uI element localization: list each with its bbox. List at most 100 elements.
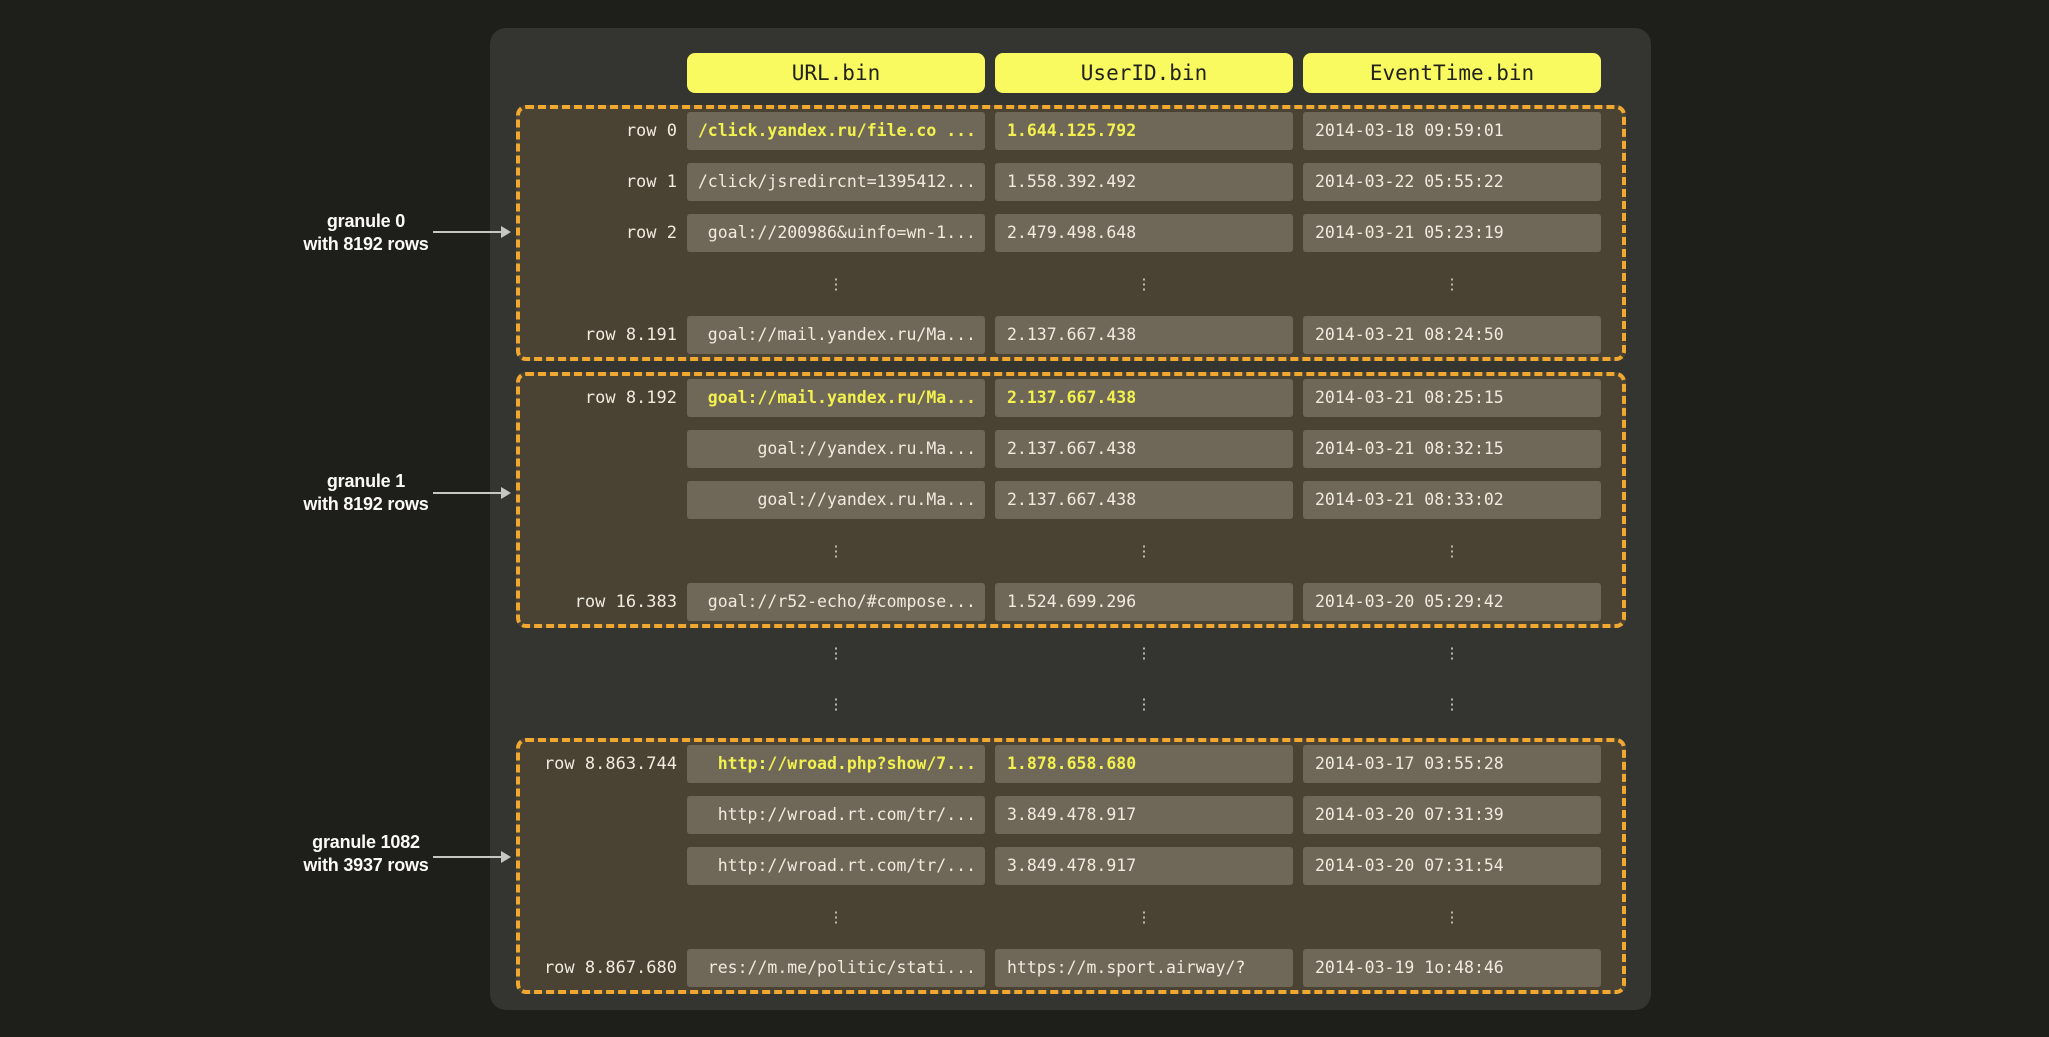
row-label: row 8.867.680 <box>520 949 677 987</box>
user-id-cell: 2.479.498.648 <box>995 214 1293 252</box>
row-label-empty <box>520 634 677 672</box>
table-row: row 16.383 goal://r52-echo/#compose... 1.5… <box>520 583 1622 621</box>
event-time-cell: 2014-03-19 1o:48:46 <box>1303 949 1601 987</box>
event-time-cell: 2014-03-18 09:59:01 <box>1303 112 1601 150</box>
url-cell: goal://mail.yandex.ru/Ma... <box>687 316 985 354</box>
table-row: row 1/click/jsredircnt=1395412... 1.558.3… <box>520 163 1622 201</box>
event-time-cell: 2014-03-21 08:24:50 <box>1303 316 1601 354</box>
event-time-cell: 2014-03-20 07:31:54 <box>1303 847 1601 885</box>
event-time-cell: 2014-03-17 03:55:28 <box>1303 745 1601 783</box>
table-row: row 2 goal://200986&uinfo=wn-1... 2.479.49… <box>520 214 1622 252</box>
table-row: http://wroad.rt.com/tr/... 3.849.478.917 2… <box>520 847 1622 885</box>
event-time-cell: 2014-03-22 05:55:22 <box>1303 163 1601 201</box>
vertical-ellipsis-eventtime: ⋮ <box>1303 898 1601 936</box>
row-label <box>520 847 677 885</box>
url-cell: goal://200986&uinfo=wn-1... <box>687 214 985 252</box>
url-cell: res://m.me/politic/stati... <box>687 949 985 987</box>
row-label: row 8.192 <box>520 379 677 417</box>
url-cell: goal://r52-echo/#compose... <box>687 583 985 621</box>
granule-0-label-line2: with 8192 rows <box>246 233 486 256</box>
granule-1082-arrow-head-icon <box>501 851 511 863</box>
vertical-ellipsis-eventtime: ⋮ <box>1303 685 1601 723</box>
row-label: row 2 <box>520 214 677 252</box>
granule-1082-ellipsis-row: ⋮⋮⋮ <box>520 898 1622 936</box>
table-row: goal://yandex.ru.Ma... 2.137.667.438 2014-… <box>520 481 1622 519</box>
url-cell: http://wroad.php?show/7... <box>687 745 985 783</box>
granule-1-label-line2: with 8192 rows <box>246 493 486 516</box>
table-row: row 0/click.yandex.ru/file.co ...1.644.1… <box>520 112 1622 150</box>
vertical-ellipsis-url: ⋮ <box>687 685 985 723</box>
event-time-cell: 2014-03-21 08:32:15 <box>1303 430 1601 468</box>
row-label-empty <box>520 898 677 936</box>
user-id-cell: 2.137.667.438 <box>995 316 1293 354</box>
event-time-cell: 2014-03-21 08:25:15 <box>1303 379 1601 417</box>
vertical-ellipsis-url: ⋮ <box>687 532 985 570</box>
column-file-badge-userid: UserID.bin <box>995 53 1293 93</box>
row-label: row 8.191 <box>520 316 677 354</box>
user-id-cell: https://m.sport.airway/? <box>995 949 1293 987</box>
user-id-cell: 2.137.667.438 <box>995 430 1293 468</box>
table-row: http://wroad.rt.com/tr/... 3.849.478.917 2… <box>520 796 1622 834</box>
user-id-cell: 2.137.667.438 <box>995 481 1293 519</box>
row-label: row 16.383 <box>520 583 677 621</box>
granule-0-ellipsis-row: ⋮ ⋮ ⋮ <box>520 265 1622 303</box>
event-time-cell: 2014-03-21 05:23:19 <box>1303 214 1601 252</box>
vertical-ellipsis-eventtime: ⋮ <box>1303 265 1601 303</box>
granule-0-box: row 0/click.yandex.ru/file.co ...1.644.1… <box>516 105 1626 361</box>
url-cell: http://wroad.rt.com/tr/... <box>687 796 985 834</box>
granule-1-arrow-head-icon <box>501 487 511 499</box>
granule-1082-label-line1: granule 1082 <box>246 831 486 854</box>
url-cell: http://wroad.rt.com/tr/... <box>687 847 985 885</box>
row-label: row 8.863.744 <box>520 745 677 783</box>
user-id-cell: 3.849.478.917 <box>995 796 1293 834</box>
row-label <box>520 430 677 468</box>
granule-0-arrow <box>433 231 503 233</box>
table-row: row 8.191 goal://mail.yandex.ru/Ma... 2.13… <box>520 316 1622 354</box>
granule-0-label: granule 0 with 8192 rows <box>246 210 486 256</box>
granule-1-label-line1: granule 1 <box>246 470 486 493</box>
table-row: row 8.192goal://mail.yandex.ru/Ma...2.13… <box>520 379 1622 417</box>
url-cell: goal://mail.yandex.ru/Ma... <box>687 379 985 417</box>
column-file-badge-url: URL.bin <box>687 53 985 93</box>
vertical-ellipsis-eventtime: ⋮ <box>1303 634 1601 672</box>
granule-1082-label: granule 1082 with 3937 rows <box>246 831 486 877</box>
url-cell: goal://yandex.ru.Ma... <box>687 481 985 519</box>
vertical-ellipsis-eventtime: ⋮ <box>1303 532 1601 570</box>
table-row: row 8.867.680 res://m.me/politic/stati...… <box>520 949 1622 987</box>
row-label-empty <box>520 532 677 570</box>
vertical-ellipsis-userid: ⋮ <box>995 898 1293 936</box>
row-label <box>520 481 677 519</box>
table-row: row 8.863.744 http://wroad.php?show/7... 1… <box>520 745 1622 783</box>
table-row: goal://yandex.ru.Ma... 2.137.667.438 2014-… <box>520 430 1622 468</box>
user-id-cell: 3.849.478.917 <box>995 847 1293 885</box>
granule-1082-arrow <box>433 856 503 858</box>
row-label <box>520 796 677 834</box>
row-label: row 0 <box>520 112 677 150</box>
vertical-ellipsis-url: ⋮ <box>687 265 985 303</box>
user-id-cell: 1.878.658.680 <box>995 745 1293 783</box>
between-granules-ellipsis-row: ⋮ ⋮ ⋮ <box>520 685 1622 723</box>
event-time-cell: 2014-03-20 05:29:42 <box>1303 583 1601 621</box>
row-label-empty <box>520 685 677 723</box>
granule-0-arrow-head-icon <box>501 226 511 238</box>
vertical-ellipsis-userid: ⋮ <box>995 265 1293 303</box>
user-id-cell: 1.644.125.792 <box>995 112 1293 150</box>
vertical-ellipsis-url: ⋮ <box>687 634 985 672</box>
event-time-cell: 2014-03-21 08:33:02 <box>1303 481 1601 519</box>
url-cell: /click/jsredircnt=1395412... <box>687 163 985 201</box>
between-granules-ellipsis-row: ⋮ ⋮ ⋮ <box>520 634 1622 672</box>
column-files-panel: URL.bin UserID.bin EventTime.bin row 0/c… <box>490 28 1651 1010</box>
vertical-ellipsis-userid: ⋮ <box>995 685 1293 723</box>
column-file-badge-eventtime: EventTime.bin <box>1303 53 1601 93</box>
url-cell: goal://yandex.ru.Ma... <box>687 430 985 468</box>
granule-1-box: row 8.192 goal://mail.yandex.ru/Ma... 2.13… <box>516 372 1626 628</box>
vertical-ellipsis-userid: ⋮ <box>995 634 1293 672</box>
granule-1-ellipsis-row: ⋮⋮⋮ <box>520 532 1622 570</box>
row-label: row 1 <box>520 163 677 201</box>
granule-1082-box: row 8.863.744 http://wroad.php?show/7... 1… <box>516 738 1626 994</box>
row-label-empty <box>520 265 677 303</box>
user-id-cell: 1.558.392.492 <box>995 163 1293 201</box>
granule-1-arrow <box>433 492 503 494</box>
user-id-cell: 1.524.699.296 <box>995 583 1293 621</box>
event-time-cell: 2014-03-20 07:31:39 <box>1303 796 1601 834</box>
